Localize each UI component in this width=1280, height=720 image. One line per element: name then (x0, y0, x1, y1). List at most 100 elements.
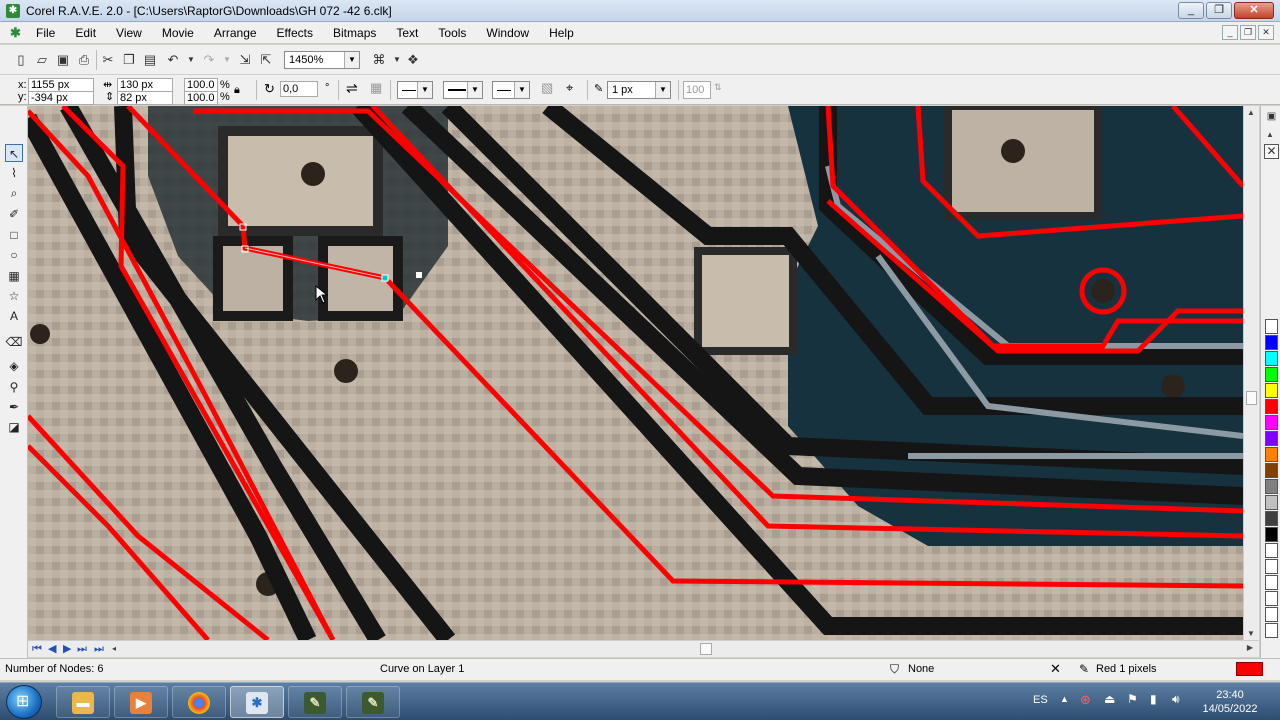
palette-swatch[interactable] (1265, 575, 1278, 590)
menu-effects[interactable]: Effects (277, 26, 313, 40)
shape-tool-icon[interactable]: ⌇ (5, 164, 23, 182)
save-icon[interactable]: ▣ (54, 51, 72, 69)
palette-swatch[interactable] (1265, 415, 1278, 430)
object-height-field[interactable]: 82 px (117, 91, 173, 105)
vertical-scroll-thumb[interactable] (1246, 391, 1257, 405)
y-position-field[interactable]: -394 px (28, 91, 94, 105)
break-apart-icon[interactable]: ⇌ (346, 81, 358, 95)
volume-tray-icon[interactable]: 🔊︎ (1172, 692, 1180, 707)
redo-dropdown-icon[interactable]: ▼ (218, 51, 236, 69)
palette-scroll-up-icon[interactable]: ▲ (1266, 130, 1274, 139)
palette-swatch[interactable] (1265, 463, 1278, 478)
palette-swatch[interactable] (1265, 319, 1278, 334)
undo-icon[interactable]: ↶ (164, 51, 182, 69)
palette-swatch[interactable] (1265, 511, 1278, 526)
system-clock[interactable]: 23:40 14/05/2022 (1195, 688, 1265, 716)
vertical-scrollbar[interactable]: ▲ ▼ (1243, 106, 1259, 640)
ellipse-tool-icon[interactable]: ○ (5, 246, 23, 264)
menu-window[interactable]: Window (486, 26, 529, 40)
print-icon[interactable]: ⎙ (75, 51, 93, 69)
menu-arrange[interactable]: Arrange (214, 26, 257, 40)
palette-swatch[interactable] (1265, 543, 1278, 558)
fill-tool-icon[interactable]: ◈ (5, 357, 23, 375)
outline-width-select[interactable]: 1 px ▼ (607, 81, 671, 99)
network-tray-icon[interactable]: ▮ (1150, 692, 1157, 706)
play-icon[interactable]: ▶ (63, 643, 71, 655)
zoom-tool-icon[interactable]: ⌕ (5, 184, 23, 202)
next-frame-icon[interactable]: ⏭ (77, 643, 87, 655)
no-color-swatch[interactable]: ✕ (1264, 144, 1279, 159)
taskbar-corel-rave[interactable]: ✱ (230, 686, 284, 718)
minimize-button[interactable]: _ (1178, 2, 1204, 19)
curve-node[interactable] (381, 274, 389, 282)
palette-swatch[interactable] (1265, 479, 1278, 494)
palette-swatch[interactable] (1265, 447, 1278, 462)
last-frame-icon[interactable]: ⏭ (94, 643, 104, 655)
outline-tool-icon[interactable]: ✒ (5, 398, 23, 416)
palette-swatch[interactable] (1265, 591, 1278, 606)
x-position-field[interactable]: 1155 px (28, 78, 94, 92)
copy-icon[interactable]: ❐ (120, 51, 138, 69)
import-icon[interactable]: ⇲ (236, 51, 254, 69)
start-button[interactable]: ⊞ (6, 685, 42, 719)
menu-movie[interactable]: Movie (162, 26, 194, 40)
circuit-board-artwork[interactable] (28, 106, 1243, 640)
outline-color-swatch[interactable] (1236, 662, 1263, 676)
scroll-up-icon[interactable]: ▲ (1247, 108, 1255, 117)
menu-view[interactable]: View (116, 26, 142, 40)
taskbar-corel-window-3[interactable]: ✎ (346, 686, 400, 718)
taskbar-corel-window-2[interactable]: ✎ (288, 686, 342, 718)
palette-swatch[interactable] (1265, 527, 1278, 542)
graph-paper-tool-icon[interactable]: ▦ (5, 267, 23, 285)
end-arrowhead-select[interactable]: ▼ (492, 81, 530, 99)
palette-swatch[interactable] (1265, 367, 1278, 382)
paste-icon[interactable]: ▤ (141, 51, 159, 69)
line-style-select[interactable]: ▼ (443, 81, 483, 99)
application-launcher-icon[interactable]: ⌘ (370, 51, 388, 69)
palette-menu-icon[interactable]: ▣ (1265, 110, 1278, 124)
freehand-tool-icon[interactable]: ✐ (5, 205, 23, 223)
horizontal-scroll-thumb[interactable] (700, 643, 712, 655)
scroll-down-icon[interactable]: ▼ (1247, 629, 1255, 638)
palette-swatch[interactable] (1265, 559, 1278, 574)
undo-dropdown-icon[interactable]: ▼ (182, 51, 200, 69)
star-shape-tool-icon[interactable]: ☆ (5, 287, 23, 305)
redo-icon[interactable]: ↷ (200, 51, 218, 69)
scale-y-field[interactable]: 100.0 (184, 91, 218, 105)
rotation-angle-field[interactable]: 0,0 (280, 81, 318, 97)
doc-restore-button[interactable]: ❐ (1240, 25, 1256, 40)
lock-ratio-icon[interactable]: 🔒︎ (234, 84, 240, 96)
first-frame-icon[interactable]: ⏮ (32, 643, 42, 655)
scroll-right-icon[interactable]: ▶ (1247, 643, 1253, 652)
menu-tools[interactable]: Tools (438, 26, 466, 40)
palette-swatch[interactable] (1265, 383, 1278, 398)
palette-swatch[interactable] (1265, 431, 1278, 446)
close-button[interactable]: ✕ (1234, 2, 1274, 19)
pick-tool-icon[interactable]: ↖ (5, 144, 23, 162)
menu-bitmaps[interactable]: Bitmaps (333, 26, 376, 40)
flag-tray-icon[interactable]: ⚑ (1127, 692, 1138, 706)
taskbar-explorer[interactable]: ▬ (56, 686, 110, 718)
opacity-field[interactable]: 100 (683, 81, 711, 99)
close-curve-icon[interactable]: ▧ (541, 81, 553, 94)
interactive-fill-tool-icon[interactable]: ◪ (5, 418, 23, 436)
opacity-spinner-icon[interactable]: ⇅ (714, 81, 722, 93)
palette-swatch[interactable] (1265, 495, 1278, 510)
selection-handle[interactable] (416, 272, 422, 278)
doc-minimize-button[interactable]: _ (1222, 25, 1238, 40)
menu-text[interactable]: Text (396, 26, 418, 40)
cut-icon[interactable]: ✂ (99, 51, 117, 69)
taskbar-media-player[interactable]: ▶ (114, 686, 168, 718)
palette-swatch[interactable] (1265, 351, 1278, 366)
doc-close-button[interactable]: ✕ (1258, 25, 1274, 40)
document-icon[interactable]: ✱ (10, 26, 24, 40)
palette-swatch[interactable] (1265, 623, 1278, 638)
corel-online-icon[interactable]: ❖ (404, 51, 422, 69)
scale-x-field[interactable]: 100.0 (184, 78, 218, 92)
menu-file[interactable]: File (36, 26, 55, 40)
language-indicator[interactable]: ES (1033, 694, 1048, 706)
export-icon[interactable]: ⇱ (257, 51, 275, 69)
new-document-icon[interactable]: ▯ (12, 51, 30, 69)
interactive-tool-icon[interactable]: ⌫ (5, 333, 23, 351)
start-arrowhead-select[interactable]: ▼ (397, 81, 433, 99)
